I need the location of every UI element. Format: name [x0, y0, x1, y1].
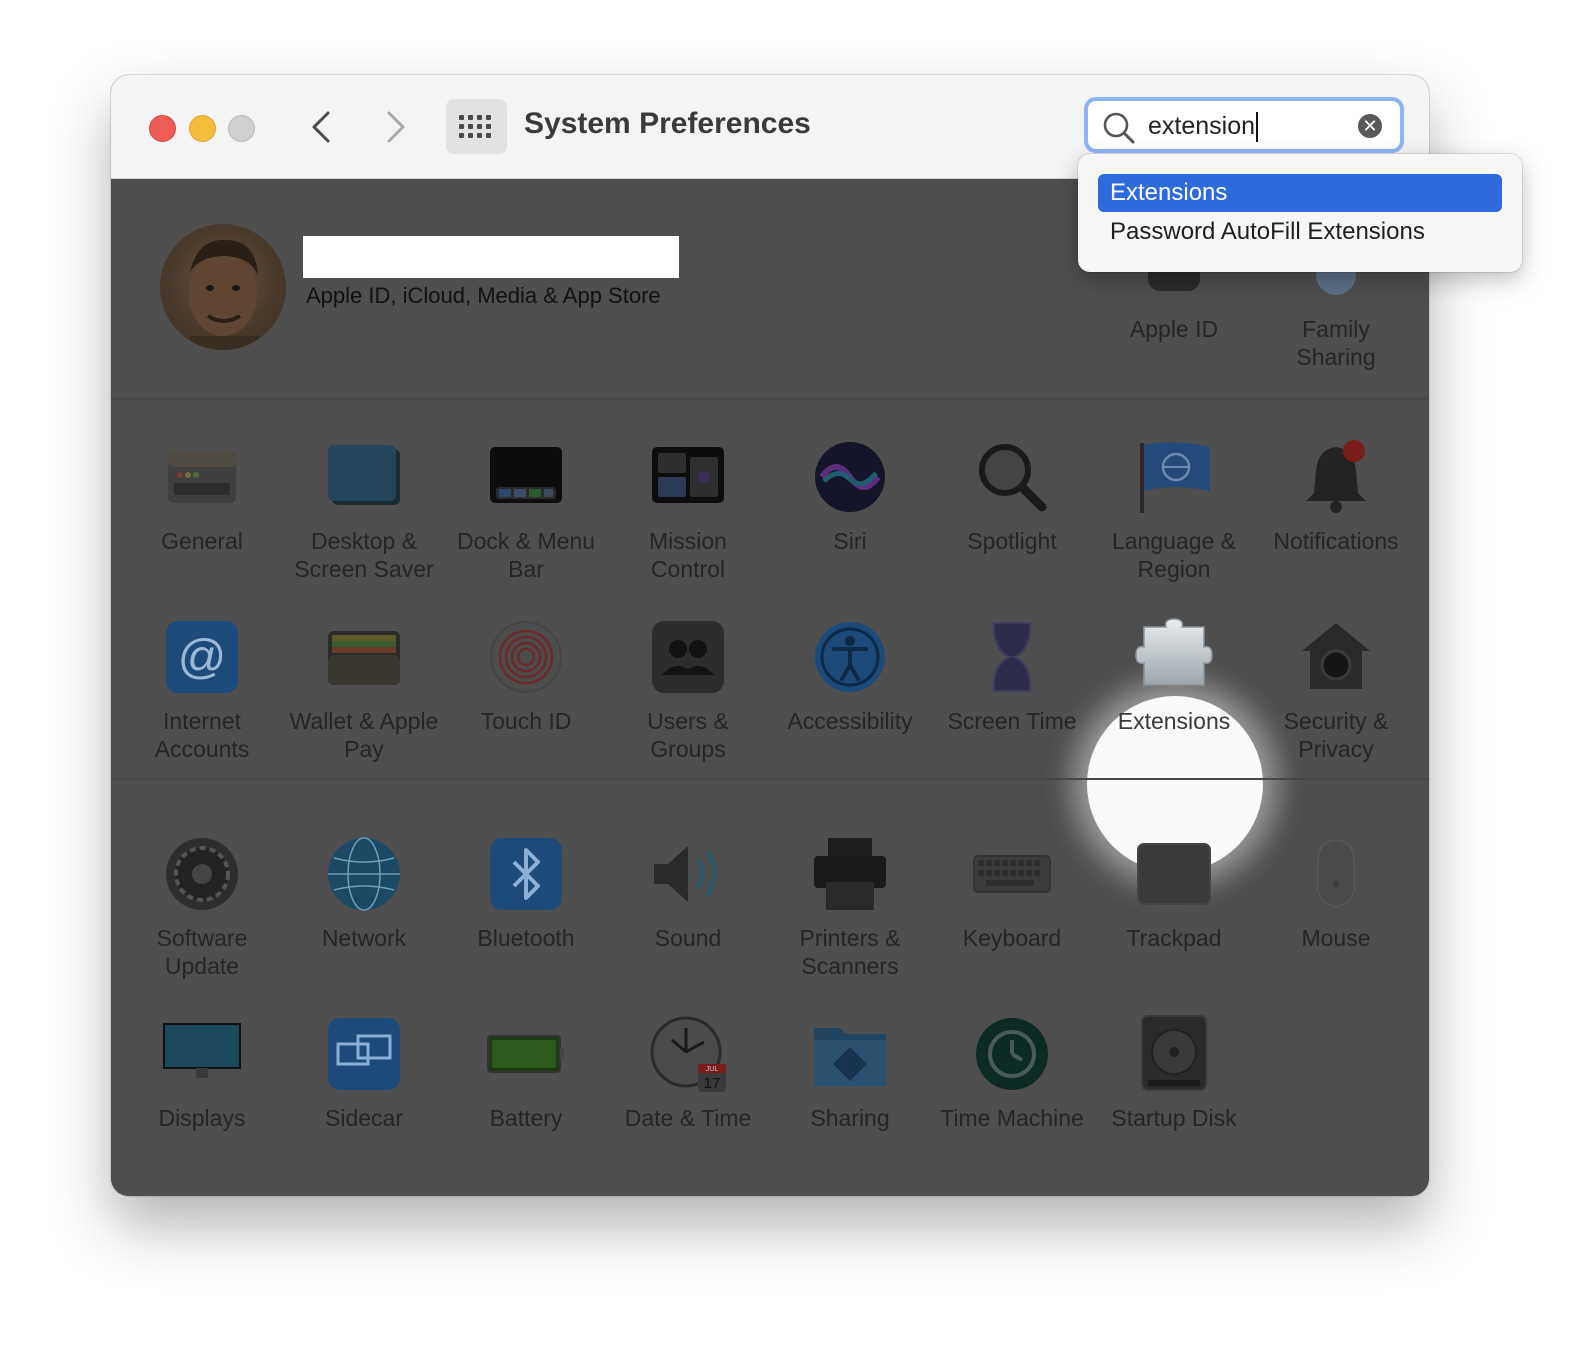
battery-icon — [486, 1014, 566, 1094]
speaker-icon — [648, 834, 728, 914]
pane-bluetooth[interactable]: Bluetooth — [445, 834, 607, 952]
general-icon — [162, 437, 242, 517]
forward-button[interactable] — [377, 109, 413, 145]
sharing-folder-icon — [810, 1014, 890, 1094]
search-field[interactable]: extension ✕ — [1084, 97, 1404, 153]
minimize-window-button[interactable] — [189, 115, 216, 142]
mission-control-icon — [648, 437, 728, 517]
pane-displays[interactable]: Displays — [121, 1014, 283, 1132]
back-button[interactable] — [304, 109, 340, 145]
printer-icon — [810, 834, 890, 914]
display-icon — [162, 1014, 242, 1094]
globe-icon — [324, 834, 404, 914]
redacted-user-name — [303, 236, 679, 278]
avatar[interactable] — [160, 224, 286, 350]
time-machine-icon — [972, 1014, 1052, 1094]
pane-internet-accounts[interactable]: @ Internet Accounts — [121, 617, 283, 763]
puzzle-piece-icon — [1134, 617, 1214, 697]
bluetooth-icon — [486, 834, 566, 914]
section-divider — [111, 778, 1429, 780]
pane-keyboard[interactable]: Keyboard — [931, 834, 1093, 952]
hourglass-icon — [972, 617, 1052, 697]
pane-printers-scanners[interactable]: Printers & Scanners — [769, 834, 931, 980]
pane-trackpad[interactable]: Trackpad — [1093, 834, 1255, 952]
mouse-icon — [1296, 834, 1376, 914]
chevron-right-icon — [387, 111, 405, 143]
desktop-screensaver-icon — [324, 437, 404, 517]
calendar-day: 17 — [704, 1075, 721, 1092]
pane-wallet-apple-pay[interactable]: Wallet & Apple Pay — [283, 617, 445, 763]
pane-date-time[interactable]: JUL 17 Date & Time — [607, 1014, 769, 1132]
pane-language-region[interactable]: Language & Region — [1093, 437, 1255, 583]
zoom-window-button[interactable] — [228, 115, 255, 142]
pane-software-update[interactable]: Software Update — [121, 834, 283, 980]
keyboard-icon — [972, 834, 1052, 914]
pane-mission-control[interactable]: Mission Control — [607, 437, 769, 583]
users-icon — [648, 617, 728, 697]
pane-users-groups[interactable]: Users & Groups — [607, 617, 769, 763]
pane-security-privacy[interactable]: Security & Privacy — [1255, 617, 1417, 763]
pane-spotlight[interactable]: Spotlight — [931, 437, 1093, 555]
dock-icon — [486, 437, 566, 517]
gear-icon — [162, 834, 242, 914]
wallet-icon — [324, 617, 404, 697]
search-icon — [1103, 112, 1135, 144]
preferences-content: Apple ID, iCloud, Media & App Store Appl… — [111, 179, 1429, 1196]
pane-accessibility[interactable]: Accessibility — [769, 617, 931, 735]
search-result-extensions[interactable]: Extensions — [1098, 174, 1502, 212]
search-input[interactable]: extension — [1148, 112, 1259, 143]
profile-photo-icon — [189, 239, 260, 350]
pane-startup-disk[interactable]: Startup Disk — [1093, 1014, 1255, 1132]
window-title: System Preferences — [524, 107, 811, 140]
svg-text:@: @ — [178, 631, 227, 684]
clock-icon: JUL 17 — [648, 1014, 728, 1094]
fingerprint-icon — [486, 617, 566, 697]
language-region-icon — [1134, 437, 1214, 517]
disk-icon — [1134, 1014, 1214, 1094]
pane-dock-menu-bar[interactable]: Dock & Menu Bar — [445, 437, 607, 583]
grid-icon — [459, 115, 491, 138]
pane-sharing[interactable]: Sharing — [769, 1014, 931, 1132]
spotlight-icon — [972, 437, 1052, 517]
search-result-password-autofill[interactable]: Password AutoFill Extensions — [1098, 213, 1502, 251]
clear-search-icon[interactable]: ✕ — [1358, 114, 1382, 138]
pane-sound[interactable]: Sound — [607, 834, 769, 952]
pane-touch-id[interactable]: Touch ID — [445, 617, 607, 735]
pane-extensions[interactable]: Extensions — [1093, 617, 1255, 735]
calendar-month: JUL — [706, 1066, 719, 1073]
show-all-button[interactable] — [446, 99, 507, 154]
accessibility-icon — [810, 617, 890, 697]
pane-desktop-screen-saver[interactable]: Desktop & Screen Saver — [283, 437, 445, 583]
section-divider — [111, 398, 1429, 400]
chevron-left-icon — [312, 111, 330, 143]
security-icon — [1296, 617, 1376, 697]
pane-siri[interactable]: Siri — [769, 437, 931, 555]
pane-general[interactable]: General — [121, 437, 283, 555]
pane-mouse[interactable]: Mouse — [1255, 834, 1417, 952]
trackpad-icon — [1134, 834, 1214, 914]
pane-time-machine[interactable]: Time Machine — [931, 1014, 1093, 1132]
account-subtitle: Apple ID, iCloud, Media & App Store — [306, 283, 661, 308]
siri-icon — [810, 437, 890, 517]
pane-notifications[interactable]: Notifications — [1255, 437, 1417, 555]
pane-battery[interactable]: Battery — [445, 1014, 607, 1132]
search-results-menu: Extensions Password AutoFill Extensions — [1078, 154, 1522, 272]
pane-network[interactable]: Network — [283, 834, 445, 952]
close-window-button[interactable] — [149, 115, 176, 142]
sidecar-icon — [324, 1014, 404, 1094]
pane-screen-time[interactable]: Screen Time — [931, 617, 1093, 735]
at-sign-icon: @ — [162, 617, 242, 697]
notifications-icon — [1296, 437, 1376, 517]
pane-sidecar[interactable]: Sidecar — [283, 1014, 445, 1132]
